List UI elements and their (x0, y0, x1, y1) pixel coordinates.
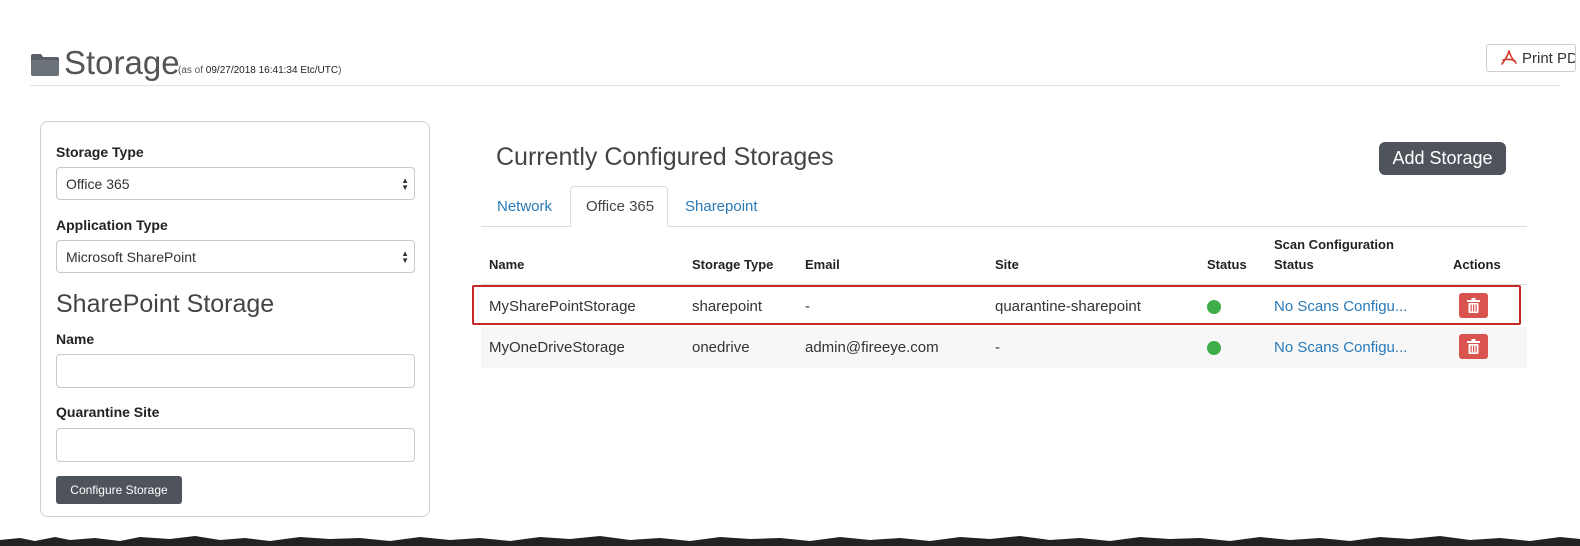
column-header-status: Status (1207, 257, 1247, 272)
column-header-storage-type: Storage Type (692, 257, 774, 272)
tab-office-365[interactable]: Office 365 (570, 186, 668, 227)
cell-email: admin@fireeye.com (805, 339, 939, 356)
column-header-email: Email (805, 257, 840, 272)
sharepoint-storage-heading: SharePoint Storage (56, 290, 275, 318)
row-highlight-box (472, 285, 1521, 325)
application-type-value: Microsoft SharePoint (66, 249, 196, 265)
print-pdf-label: Print PDF (1522, 49, 1575, 67)
storage-type-value: Office 365 (66, 176, 130, 192)
torn-edge-decoration (0, 536, 1580, 546)
status-ok-icon (1207, 341, 1221, 355)
column-header-scan-status: Scan Configuration Status (1274, 237, 1394, 272)
application-type-select[interactable]: Microsoft SharePoint ▲ ▼ (56, 240, 415, 273)
application-type-label: Application Type (56, 217, 168, 233)
name-label: Name (56, 331, 95, 347)
page-title: Storage (64, 44, 180, 81)
quarantine-site-input[interactable] (56, 428, 415, 462)
as-of-timestamp: (as of 09/27/2018 16:41:34 Etc/UTC) (178, 65, 342, 76)
cell-storage-type: onedrive (692, 339, 750, 356)
name-input[interactable] (56, 354, 415, 388)
cell-name: MyOneDriveStorage (489, 339, 625, 356)
folder-icon (31, 54, 59, 76)
storage-type-select[interactable]: Office 365 ▲ ▼ (56, 167, 415, 200)
configured-storages-title: Currently Configured Storages (496, 143, 834, 171)
scan-configuration-link[interactable]: No Scans Configu... (1274, 327, 1407, 368)
storage-config-panel: Storage Type Office 365 ▲ ▼ Application T… (40, 121, 430, 517)
column-header-site: Site (995, 257, 1019, 272)
column-header-actions: Actions (1453, 257, 1501, 272)
add-storage-button[interactable]: Add Storage (1379, 142, 1506, 175)
pdf-icon (1501, 50, 1517, 65)
delete-button[interactable] (1459, 334, 1488, 359)
configure-storage-button[interactable]: Configure Storage (56, 476, 182, 504)
storage-type-label: Storage Type (56, 144, 144, 160)
quarantine-site-label: Quarantine Site (56, 404, 160, 420)
cell-site: - (995, 339, 1000, 356)
tab-network[interactable]: Network (481, 186, 569, 227)
select-arrows-icon: ▲ ▼ (401, 176, 409, 192)
tab-sharepoint[interactable]: Sharepoint (669, 186, 769, 227)
column-header-name: Name (489, 257, 525, 272)
select-arrows-icon: ▲ ▼ (401, 249, 409, 265)
page-header: Storage (as of 09/27/2018 16:41:34 Etc/U… (30, 40, 1576, 86)
print-pdf-button[interactable]: Print PDF (1486, 44, 1576, 72)
table-row: MyOneDriveStorage onedrive admin@fireeye… (481, 327, 1527, 368)
trash-icon (1467, 339, 1480, 354)
